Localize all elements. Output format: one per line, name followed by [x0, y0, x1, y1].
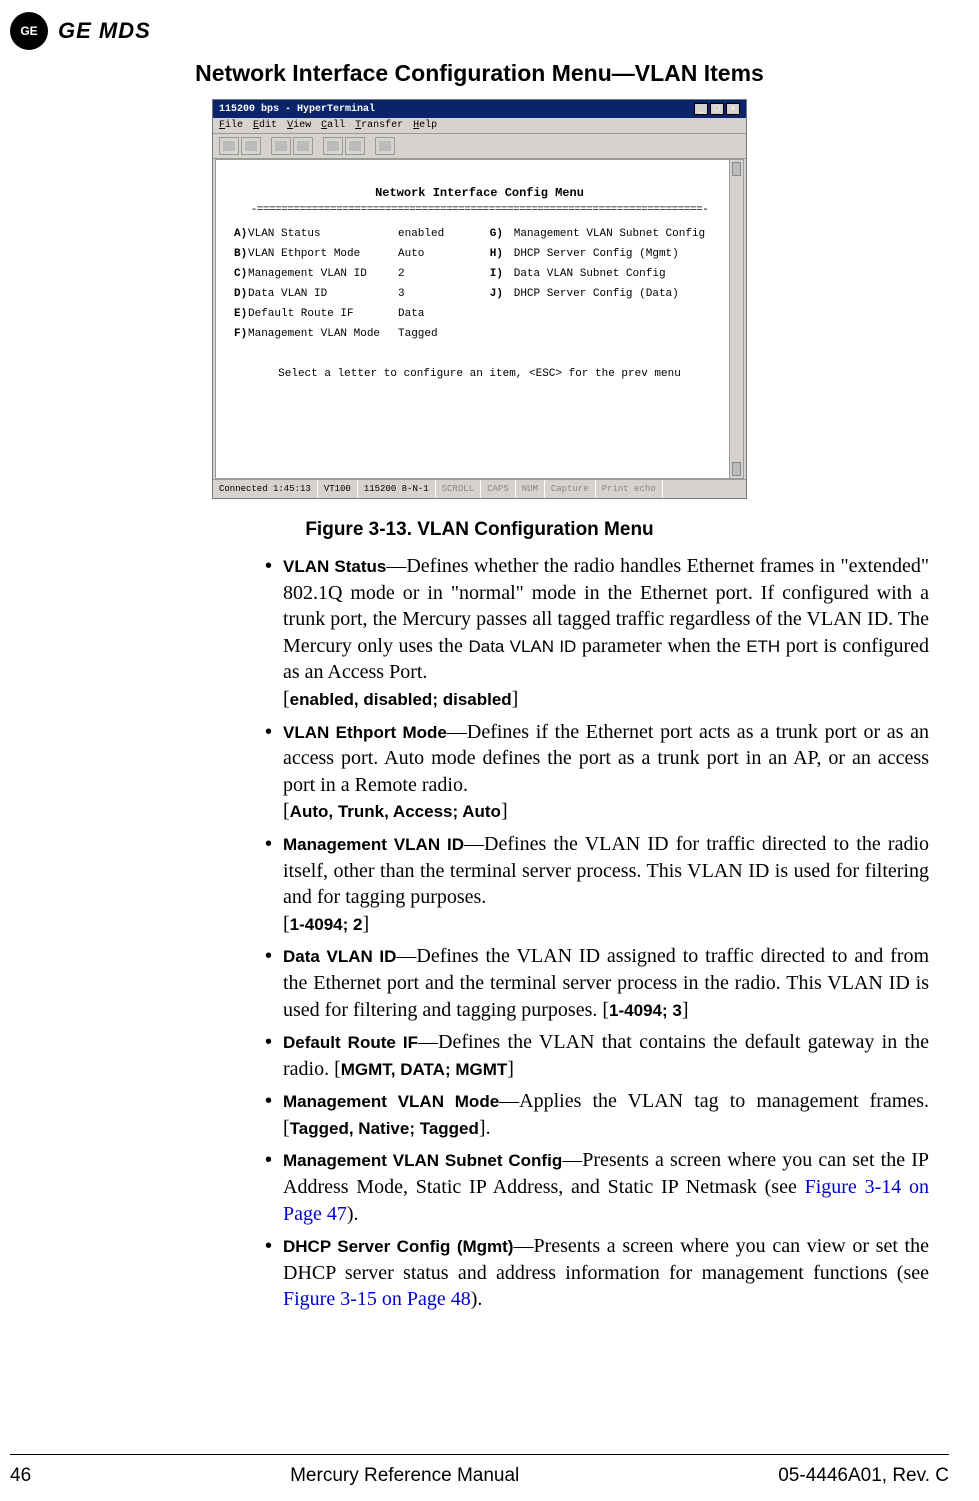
menu-item-c[interactable]: C)Management VLAN ID2	[224, 268, 490, 280]
status-printecho: Print echo	[596, 480, 663, 498]
terminal-body: Network Interface Config Menu -=========…	[215, 159, 744, 479]
tool-connect-icon[interactable]	[271, 137, 291, 155]
tool-open-icon[interactable]	[241, 137, 261, 155]
menu-item-a[interactable]: A)VLAN Statusenabled	[224, 228, 490, 240]
page-footer: 46 Mercury Reference Manual 05-4446A01, …	[10, 1454, 949, 1487]
list-item: Management VLAN ID—Defines the VLAN ID f…	[283, 831, 929, 937]
list-item: Management VLAN Mode—Applies the VLAN ta…	[283, 1088, 929, 1141]
tool-receive-icon[interactable]	[345, 137, 365, 155]
window-titlebar: 115200 bps - HyperTerminal _ □ ×	[213, 100, 746, 118]
terminal-divider: -=======================================…	[224, 204, 735, 216]
footer-page-number: 46	[10, 1465, 31, 1487]
menu-edit[interactable]: Edit	[253, 120, 277, 131]
menu-item-b[interactable]: B)VLAN Ethport ModeAuto	[224, 248, 490, 260]
menu-help[interactable]: Help	[413, 120, 437, 131]
figure-caption: Figure 3-13. VLAN Configuration Menu	[10, 519, 949, 541]
bullet-list: VLAN Status—Defines whether the radio ha…	[265, 553, 929, 1313]
terminal-heading: Network Interface Config Menu	[224, 186, 735, 200]
cross-reference-link[interactable]: Figure 3-15 on Page 48	[283, 1288, 471, 1310]
menu-item-d[interactable]: D)Data VLAN ID3	[224, 288, 490, 300]
list-item: Management VLAN Subnet Config—Presents a…	[283, 1147, 929, 1227]
tool-send-icon[interactable]	[323, 137, 343, 155]
doc-header: GE GE MDS	[10, 12, 949, 50]
menu-item-g[interactable]: G)Management VLAN Subnet Config	[490, 228, 735, 240]
menu-item-i[interactable]: I)Data VLAN Subnet Config	[490, 268, 735, 280]
tool-new-icon[interactable]	[219, 137, 239, 155]
tool-properties-icon[interactable]	[375, 137, 395, 155]
brand-text: GE MDS	[58, 18, 151, 44]
close-icon[interactable]: ×	[726, 103, 740, 115]
list-item: Default Route IF—Defines the VLAN that c…	[283, 1029, 929, 1082]
list-item: Data VLAN ID—Defines the VLAN ID assigne…	[283, 943, 929, 1023]
section-title: Network Interface Configuration Menu—VLA…	[10, 60, 949, 87]
list-item: VLAN Status—Defines whether the radio ha…	[283, 553, 929, 713]
menu-item-f[interactable]: F)Management VLAN ModeTagged	[224, 328, 490, 340]
hyperterminal-window: 115200 bps - HyperTerminal _ □ × FFileil…	[212, 99, 747, 499]
list-item: VLAN Ethport Mode—Defines if the Etherne…	[283, 719, 929, 825]
menu-item-j[interactable]: J)DHCP Server Config (Data)	[490, 288, 735, 300]
window-title: 115200 bps - HyperTerminal	[219, 104, 375, 115]
minimize-icon[interactable]: _	[694, 103, 708, 115]
status-caps: CAPS	[481, 480, 516, 498]
menubar: FFileile Edit View Call Transfer Help	[213, 118, 746, 134]
status-num: NUM	[516, 480, 545, 498]
menu-transfer[interactable]: Transfer	[355, 120, 403, 131]
scrollbar[interactable]	[729, 160, 743, 478]
menu-item-e[interactable]: E)Default Route IFData	[224, 308, 490, 320]
status-scroll: SCROLL	[436, 480, 481, 498]
maximize-icon[interactable]: □	[710, 103, 724, 115]
list-item: DHCP Server Config (Mgmt)—Presents a scr…	[283, 1233, 929, 1313]
toolbar	[213, 134, 746, 159]
footer-manual-title: Mercury Reference Manual	[290, 1465, 519, 1487]
footer-revision: 05-4446A01, Rev. C	[778, 1465, 949, 1487]
menu-file[interactable]: FFileile	[219, 120, 243, 131]
terminal-hint: Select a letter to configure an item, <E…	[224, 368, 735, 380]
menu-item-h[interactable]: H)DHCP Server Config (Mgmt)	[490, 248, 735, 260]
menu-view[interactable]: View	[287, 120, 311, 131]
status-connected: Connected 1:45:13	[213, 480, 318, 498]
status-settings: 115200 8-N-1	[358, 480, 436, 498]
ge-logo-icon: GE	[10, 12, 48, 50]
tool-disconnect-icon[interactable]	[293, 137, 313, 155]
menu-call[interactable]: Call	[321, 120, 345, 131]
statusbar: Connected 1:45:13 VT100 115200 8-N-1 SCR…	[213, 479, 746, 498]
status-capture: Capture	[545, 480, 596, 498]
status-emulation: VT100	[318, 480, 358, 498]
